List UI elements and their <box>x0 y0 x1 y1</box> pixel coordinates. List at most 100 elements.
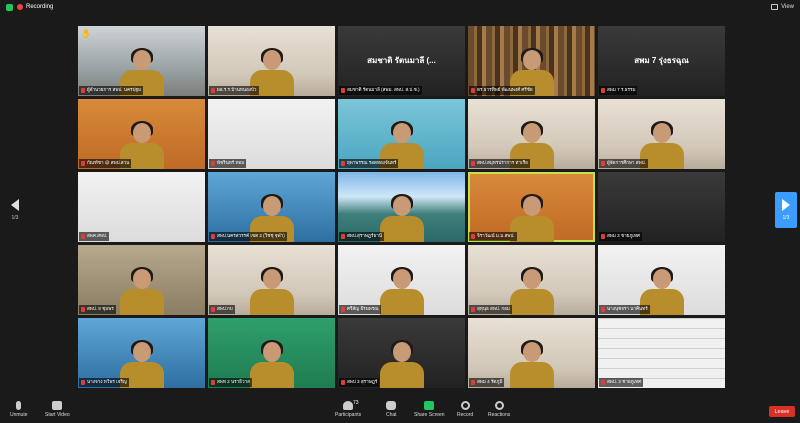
participant-tile[interactable]: สพป.สมุทรปราการ ท่าเรือ <box>468 99 595 169</box>
muted-mic-icon <box>341 161 345 166</box>
participant-name-label: พัชรินทร์ ทอม <box>209 159 247 168</box>
participant-tile[interactable]: สพป.กบ <box>208 245 335 315</box>
participant-tile[interactable]: นางนุชจรา นาคินทร์ <box>598 245 725 315</box>
chat-button[interactable]: Chat <box>386 401 397 418</box>
muted-mic-icon <box>81 234 85 239</box>
participant-tile[interactable]: สพม 4 รัตภูมิ <box>468 318 595 388</box>
participant-tile[interactable]: พัชรินทร์ ทอม <box>208 99 335 169</box>
reactions-icon <box>494 401 504 410</box>
participant-tile[interactable]: ✋ ผู้อำนวยการ สพป. นครปฐม <box>78 26 205 96</box>
participant-name: สพป.กบ <box>217 306 233 311</box>
participant-name-label: สพป. 8 ชุมพร <box>79 305 116 314</box>
participant-name: สพป.สมุทรปราการ ท่าเรือ <box>477 160 528 165</box>
participant-tile[interactable]: ศรีสัญ ธีรนพรณ <box>338 245 465 315</box>
participant-name-label: ผู้อำนวยการ สพป. นครปฐม <box>79 86 144 95</box>
participant-video <box>249 267 294 315</box>
participant-tile[interactable]: สพม 7 รุ่งธรฉุณ สพม 7 ร.ธรรม <box>598 26 725 96</box>
participant-tile[interactable]: สพป 3 สุราษฎร์ <box>338 318 465 388</box>
unmute-button[interactable]: Unmute <box>10 401 28 418</box>
muted-mic-icon <box>471 161 475 166</box>
muted-mic-icon <box>471 234 475 239</box>
share-screen-label: Share Screen <box>414 412 445 418</box>
participant-tile[interactable]: สพป.สุราษฎร์ธานี <box>338 172 465 242</box>
participant-tile[interactable]: ดร.ธารทิพย์ พัฒนพงศ์ ศรีชัย <box>468 26 595 96</box>
participant-tile[interactable]: สมชาติ รัตนมาลี (... สมชาติ รัตนมาลี (สพม… <box>338 26 465 96</box>
participant-name: นางนุชจรา นาคินทร์ <box>607 306 648 311</box>
participant-tile[interactable]: สพป. 8 ชุมพร <box>78 245 205 315</box>
participant-name-label: นางนุชจรา นาคินทร์ <box>599 305 650 314</box>
participant-tile[interactable]: กัณฑ์ชา @ สพป.สวน <box>78 99 205 169</box>
top-bar: Recording View <box>0 0 800 14</box>
participant-name: ผู้อำนวยการ สพป. นครปฐม <box>87 87 142 92</box>
muted-mic-icon <box>471 380 475 385</box>
record-label: Record <box>457 412 474 418</box>
participant-name-label: สพป.นครสวรรค์ เขต 2 (วิชชุ จุฬา) <box>209 232 287 241</box>
participant-video <box>379 267 424 315</box>
participant-tile[interactable]: สพม 3 ชายภูเทศ <box>598 172 725 242</box>
participant-video <box>509 340 554 388</box>
participant-tile[interactable]: สพป. 3 ชายภูเทศ <box>598 318 725 388</box>
next-page-button[interactable]: 1/3 <box>775 192 797 228</box>
leave-button[interactable]: Leave <box>769 406 795 417</box>
participant-name: กัณฑ์ชา @ สพป.สวน <box>87 160 130 165</box>
participant-name-label: สพม 3 ชายภูเทศ <box>599 232 642 241</box>
muted-mic-icon <box>341 307 345 312</box>
participant-name: ยุพาพรรณ รอดทองจันทร์ <box>347 160 397 165</box>
participant-tile[interactable]: สพป.นครสวรรค์ เขต 2 (วิชชุ จุฬา) <box>208 172 335 242</box>
start-video-button[interactable]: Start Video <box>45 401 70 418</box>
shield-icon[interactable] <box>6 3 13 11</box>
prev-page-button[interactable]: 1/3 <box>4 192 26 228</box>
participant-tile[interactable]: ยุพาพรรณ รอดทองจันทร์ <box>338 99 465 169</box>
reactions-label: Reactions <box>488 412 511 418</box>
participant-video <box>249 340 294 388</box>
participant-name: จิราวัฒน์ ม.ม.สพป. <box>477 233 515 238</box>
participant-video <box>379 340 424 388</box>
participants-button[interactable]: Participants <box>335 401 361 418</box>
participant-name: สุทุนุธ สพป. กอม <box>477 306 510 311</box>
participant-name-label: สพค.สพป. <box>79 232 110 241</box>
record-button[interactable]: Record <box>457 401 473 418</box>
participant-video <box>119 267 164 315</box>
participant-name: ผู้จัดการศึกษา สพป. <box>607 160 646 165</box>
participant-name-label: สพป. 3 ชายภูเทศ <box>599 378 644 387</box>
page-indicator-right: 1/3 <box>782 215 790 221</box>
participant-name-label: สมชาติ รัตนมาลี (สพม. สพป. ส.ป.ช.) <box>339 86 422 95</box>
share-screen-button[interactable]: Share Screen <box>414 401 445 418</box>
muted-mic-icon <box>341 380 345 385</box>
participant-name: นางจาง ทวีพร เจริญ <box>87 379 127 384</box>
participant-name: สพม 7 ร.ธรรม <box>607 87 636 92</box>
participant-name: สพป.นครสวรรค์ เขต 2 (วิชชุ จุฬา) <box>217 233 285 238</box>
view-button[interactable]: View <box>771 4 794 10</box>
participant-tile[interactable]: สพท 2 นราธิวาส <box>208 318 335 388</box>
participant-tile[interactable]: ผอ.ร.ร.บ้านหนองบัว <box>208 26 335 96</box>
participant-tile[interactable]: สพค.สพป. <box>78 172 205 242</box>
muted-mic-icon <box>211 307 215 312</box>
participant-name: สพป.สุราษฎร์ธานี <box>347 233 382 238</box>
participant-tile[interactable]: สุทุนุธ สพป. กอม <box>468 245 595 315</box>
participant-name-label: สพป.กบ <box>209 305 235 314</box>
muted-mic-icon <box>601 161 605 166</box>
muted-mic-icon <box>211 88 215 93</box>
muted-mic-icon <box>81 380 85 385</box>
participant-name: ศรีสัญ ธีรนพรณ <box>347 306 379 311</box>
participant-name-label: ศรีสัญ ธีรนพรณ <box>339 305 381 314</box>
unmute-label: Unmute <box>10 412 28 418</box>
participant-name-label: สพป.สุราษฎร์ธานี <box>339 232 384 241</box>
chevron-right-icon <box>782 199 790 211</box>
participant-tile[interactable]: ผู้จัดการศึกษา สพป. <box>598 99 725 169</box>
participant-name-label: สพป 3 สุราษฎร์ <box>339 378 380 387</box>
participant-name-label: กัณฑ์ชา @ สพป.สวน <box>79 159 132 168</box>
muted-mic-icon <box>211 161 215 166</box>
reactions-button[interactable]: Reactions <box>488 401 510 418</box>
participant-name: สพท 2 นราธิวาส <box>217 379 250 384</box>
participant-tile[interactable]: นางจาง ทวีพร เจริญ <box>78 318 205 388</box>
participant-tile[interactable]: จิราวัฒน์ ม.ม.สพป. <box>468 172 595 242</box>
page-indicator-left: 1/3 <box>11 215 19 221</box>
muted-mic-icon <box>601 234 605 239</box>
share-screen-icon <box>424 401 435 410</box>
muted-mic-icon <box>211 234 215 239</box>
participant-name: สพป. 3 ชายภูเทศ <box>607 379 642 384</box>
muted-mic-icon <box>341 88 345 93</box>
participant-name-label: สพป.สมุทรปราการ ท่าเรือ <box>469 159 530 168</box>
participant-name-label: สพท 2 นราธิวาส <box>209 378 252 387</box>
